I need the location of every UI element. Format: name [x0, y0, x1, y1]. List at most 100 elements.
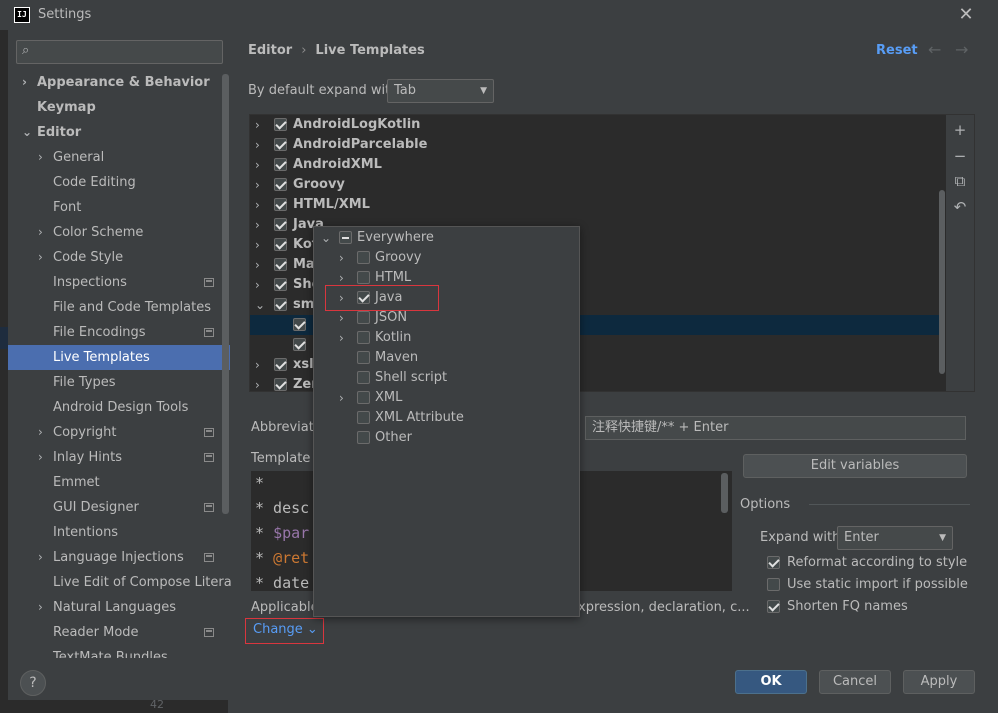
sidebar-item-keymap[interactable]: Keymap [8, 95, 230, 120]
context-everywhere[interactable]: ⌄ Everywhere [314, 228, 579, 248]
sidebar-item-code-editing[interactable]: Code Editing [8, 170, 230, 195]
sidebar-item-color-scheme[interactable]: › Color Scheme [8, 220, 230, 245]
context-groovy[interactable]: › Groovy [314, 248, 579, 268]
chevron-right-icon[interactable]: › [255, 275, 260, 295]
context-kotlin[interactable]: › Kotlin [314, 328, 579, 348]
sidebar-item-language-injections[interactable]: › Language Injections [8, 545, 230, 570]
chevron-right-icon[interactable]: › [38, 545, 43, 570]
template-checkbox[interactable] [274, 118, 287, 131]
context-checkbox[interactable] [357, 271, 370, 284]
chevron-right-icon[interactable]: › [339, 268, 344, 288]
context-xml[interactable]: › XML [314, 388, 579, 408]
chevron-right-icon[interactable]: › [255, 155, 260, 175]
sidebar-item-reader-mode[interactable]: Reader Mode [8, 620, 230, 645]
sidebar-item-general[interactable]: › General [8, 145, 230, 170]
chevron-right-icon[interactable]: › [22, 70, 27, 95]
chevron-right-icon[interactable]: › [339, 248, 344, 268]
template-checkbox[interactable] [274, 158, 287, 171]
template-checkbox[interactable] [274, 238, 287, 251]
sidebar-item-live-templates[interactable]: Live Templates [8, 345, 230, 370]
option-checkbox[interactable] [767, 556, 780, 569]
template-checkbox[interactable] [274, 198, 287, 211]
chevron-right-icon[interactable]: › [255, 235, 260, 255]
sidebar-item-code-style[interactable]: › Code Style [8, 245, 230, 270]
chevron-right-icon[interactable]: › [255, 255, 260, 275]
remove-icon[interactable]: − [948, 144, 972, 168]
chevron-right-icon[interactable]: › [339, 288, 344, 308]
chevron-right-icon[interactable]: › [339, 328, 344, 348]
context-java[interactable]: › Java [314, 288, 579, 308]
context-shell-script[interactable]: Shell script [314, 368, 579, 388]
back-arrow-icon[interactable]: ← [928, 40, 941, 59]
chevron-down-icon[interactable]: ⌄ [255, 295, 265, 315]
context-checkbox[interactable] [357, 351, 370, 364]
sidebar-item-font[interactable]: Font [8, 195, 230, 220]
context-json[interactable]: › JSON [314, 308, 579, 328]
template-checkbox[interactable] [274, 178, 287, 191]
context-other[interactable]: Other [314, 428, 579, 448]
expand-with-dropdown[interactable]: Enter ▼ [837, 526, 953, 550]
context-checkbox[interactable] [357, 291, 370, 304]
template-checkbox[interactable] [274, 138, 287, 151]
chevron-right-icon[interactable]: › [255, 175, 260, 195]
option-checkbox[interactable] [767, 578, 780, 591]
context-checkbox[interactable] [357, 411, 370, 424]
apply-button[interactable]: Apply [903, 670, 975, 694]
sidebar-scrollbar[interactable] [222, 74, 229, 514]
sidebar-item-copyright[interactable]: › Copyright [8, 420, 230, 445]
template-checkbox[interactable] [274, 358, 287, 371]
chevron-right-icon[interactable]: › [38, 595, 43, 620]
template-checkbox[interactable] [274, 258, 287, 271]
chevron-down-icon[interactable]: ⌄ [22, 120, 32, 145]
chevron-right-icon[interactable]: › [339, 308, 344, 328]
cancel-button[interactable]: Cancel [819, 670, 891, 694]
context-xml-attribute[interactable]: XML Attribute [314, 408, 579, 428]
editor-scrollbar[interactable] [721, 473, 728, 513]
description-field[interactable]: 注释快捷键/** + Enter [585, 416, 966, 440]
sidebar-item-file-and-code-templates[interactable]: File and Code Templates [8, 295, 230, 320]
chevron-right-icon[interactable]: › [38, 245, 43, 270]
chevron-down-icon[interactable]: ⌄ [321, 228, 331, 248]
option-checkbox[interactable] [767, 600, 780, 613]
change-context-link[interactable]: Change ⌄ [253, 622, 318, 637]
chevron-right-icon[interactable]: › [38, 145, 43, 170]
template-group-row[interactable]: › HTML/XML [250, 195, 945, 215]
context-checkbox[interactable] [339, 231, 352, 244]
sidebar-item-gui-designer[interactable]: GUI Designer [8, 495, 230, 520]
chevron-right-icon[interactable]: › [255, 355, 260, 375]
template-checkbox[interactable] [293, 318, 306, 331]
chevron-right-icon[interactable]: › [255, 195, 260, 215]
template-group-row[interactable]: › AndroidXML [250, 155, 945, 175]
template-checkbox[interactable] [274, 378, 287, 391]
default-expand-dropdown[interactable]: Tab ▼ [387, 79, 494, 103]
forward-arrow-icon[interactable]: → [955, 40, 968, 59]
sidebar-item-textmate-bundles[interactable]: TextMate Bundles [8, 645, 230, 658]
sidebar-item-file-encodings[interactable]: File Encodings [8, 320, 230, 345]
sidebar-item-android-design-tools[interactable]: Android Design Tools [8, 395, 230, 420]
chevron-right-icon[interactable]: › [255, 115, 260, 135]
settings-search-input[interactable]: ⌕ [16, 40, 223, 64]
context-html[interactable]: › HTML [314, 268, 579, 288]
reset-link[interactable]: Reset [876, 43, 918, 58]
add-icon[interactable]: + [948, 118, 972, 142]
template-group-row[interactable]: › Groovy [250, 175, 945, 195]
template-group-row[interactable]: › AndroidParcelable [250, 135, 945, 155]
restore-icon[interactable]: ↶ [948, 195, 972, 219]
chevron-right-icon[interactable]: › [255, 135, 260, 155]
sidebar-item-intentions[interactable]: Intentions [8, 520, 230, 545]
chevron-right-icon[interactable]: › [255, 215, 260, 235]
sidebar-item-emmet[interactable]: Emmet [8, 470, 230, 495]
sidebar-item-editor[interactable]: ⌄ Editor [8, 120, 230, 145]
template-checkbox[interactable] [293, 338, 306, 351]
template-group-row[interactable]: › AndroidLogKotlin [250, 115, 945, 135]
sidebar-item-inlay-hints[interactable]: › Inlay Hints [8, 445, 230, 470]
templates-tree-scrollbar[interactable] [939, 190, 945, 374]
copy-icon[interactable]: ⧉ [948, 169, 972, 193]
context-checkbox[interactable] [357, 391, 370, 404]
context-checkbox[interactable] [357, 371, 370, 384]
breadcrumb-parent[interactable]: Editor [248, 43, 292, 58]
sidebar-item-live-edit-of-compose-litera[interactable]: Live Edit of Compose Litera [8, 570, 232, 595]
chevron-right-icon[interactable]: › [38, 220, 43, 245]
chevron-right-icon[interactable]: › [255, 375, 260, 391]
template-checkbox[interactable] [274, 218, 287, 231]
